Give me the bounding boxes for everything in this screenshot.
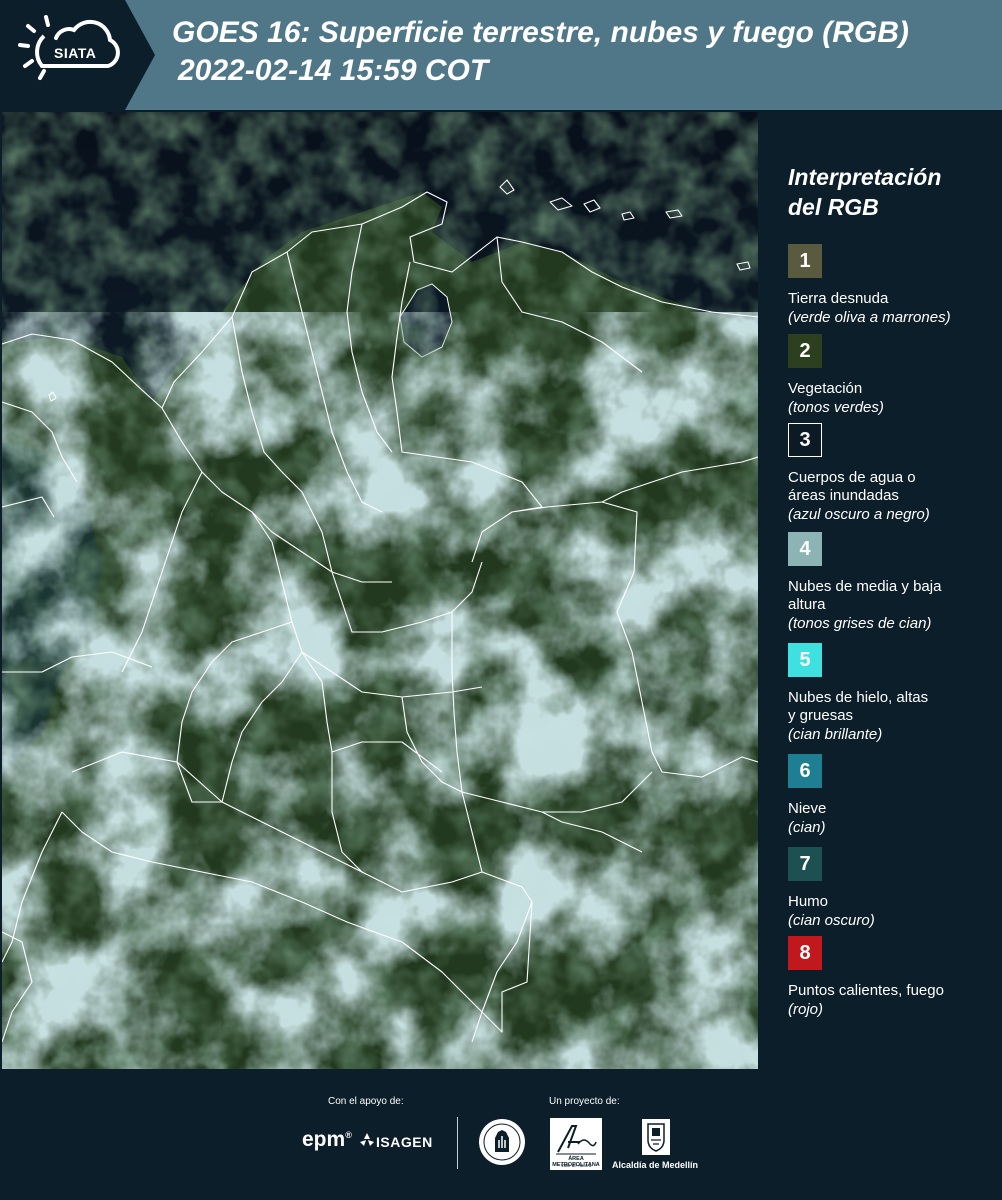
legend-name-1: Tierra desnuda [788, 290, 889, 307]
epm-logo-text: epm [302, 1128, 346, 1151]
legend-item-5: 5 Nubes de hielo, altas y gruesas (cian … [788, 643, 998, 744]
satellite-map-image [2, 112, 758, 1069]
amva-logo-sub: Valle de Aburrá [560, 1163, 592, 1168]
satellite-map[interactable] [2, 112, 758, 1069]
legend-number-5: 5 [799, 648, 811, 671]
legend-item-6: 6 Nieve (cian) [788, 754, 998, 837]
legend-name-7: Humo [788, 893, 829, 910]
epm-logo: epm® [302, 1128, 352, 1151]
alcaldia-shield-icon [642, 1119, 670, 1155]
legend-panel: Interpretación del RGB 1 Tierra desnuda … [760, 112, 1002, 1069]
legend-item-4: 4 Nubes de media y baja altura (tonos gr… [788, 532, 998, 633]
support-label: Con el apoyo de: [328, 1096, 404, 1107]
legend-desc-2: (tonos verdes) [788, 399, 884, 416]
legend-item-8: 8 Puntos calientes, fuego (rojo) [788, 936, 998, 1019]
legend-number-7: 7 [799, 852, 811, 875]
legend-item-3: 3 Cuerpos de agua o áreas inundadas (azu… [788, 423, 998, 524]
isagen-logo: ISAGEN [376, 1134, 433, 1150]
page-title: GOES 16: Superficie terrestre, nubes y f… [172, 14, 992, 90]
legend-desc-6: (cian) [788, 819, 826, 836]
legend-number-6: 6 [799, 759, 811, 782]
legend-desc-5: (cian brillante) [788, 726, 883, 743]
legend-desc-7: (cian oscuro) [788, 912, 875, 929]
title-line-2: 2022-02-14 15:59 COT [178, 54, 489, 87]
amva-logo: ÁREA METROPOLITANA Valle de Aburrá [550, 1118, 602, 1170]
legend-swatch-3: 3 [788, 423, 822, 457]
legend-name-8: Puntos calientes, fuego [788, 982, 944, 999]
legend-item-2: 2 Vegetación (tonos verdes) [788, 334, 998, 417]
legend-swatch-2: 2 [788, 334, 822, 368]
legend-desc-4: (tonos grises de cian) [788, 615, 932, 632]
legend-swatch-1: 1 [788, 244, 822, 278]
amva-logo-icon [556, 1125, 597, 1155]
legend-desc-1: (verde oliva a marrones) [788, 309, 951, 326]
legend-swatch-8: 8 [788, 936, 822, 970]
cloud-cover [2, 312, 758, 1069]
legend-swatch-4: 4 [788, 532, 822, 566]
legend-item-1: 1 Tierra desnuda (verde oliva a marrones… [788, 244, 998, 327]
title-line-1: GOES 16: Superficie terrestre, nubes y f… [172, 16, 909, 49]
legend-title: Interpretación del RGB [788, 162, 998, 222]
siata-logo-text: SIATA [54, 45, 97, 61]
legend-number-1: 1 [799, 249, 811, 272]
legend-title-line-2: del RGB [788, 194, 879, 220]
legend-desc-8: (rojo) [788, 1001, 824, 1018]
alcaldia-logo: Alcaldía de Medellín [612, 1160, 699, 1170]
siata-logo: SIATA [0, 0, 155, 110]
legend-number-3: 3 [799, 428, 811, 451]
legend-swatch-5: 5 [788, 643, 822, 677]
legend-item-7: 7 Humo (cian oscuro) [788, 847, 998, 930]
legend-number-2: 2 [799, 339, 811, 362]
header-bar: SIATA GOES 16: Superficie terrestre, nub… [0, 0, 1002, 110]
legend-name-4: Nubes de media y baja altura [788, 578, 942, 613]
legend-name-2: Vegetación [788, 380, 863, 397]
isagen-logo-icon [360, 1133, 374, 1146]
legend-swatch-6: 6 [788, 754, 822, 788]
legend-name-3: Cuerpos de agua o áreas inundadas [788, 469, 916, 504]
legend-title-line-1: Interpretación [788, 164, 942, 190]
footer: Con el apoyo de: Un proyecto de: epm® IS… [0, 1070, 1002, 1200]
legend-number-4: 4 [799, 537, 811, 560]
legend-name-6: Nieve [788, 800, 827, 817]
legend-desc-3: (azul oscuro a negro) [788, 506, 930, 523]
legend-swatch-7: 7 [788, 847, 822, 881]
legend-name-5: Nubes de hielo, altas y gruesas [788, 689, 929, 724]
legend-number-8: 8 [799, 941, 811, 964]
footer-divider [457, 1117, 458, 1169]
university-seal-icon [479, 1119, 525, 1165]
project-label: Un proyecto de: [549, 1096, 620, 1107]
